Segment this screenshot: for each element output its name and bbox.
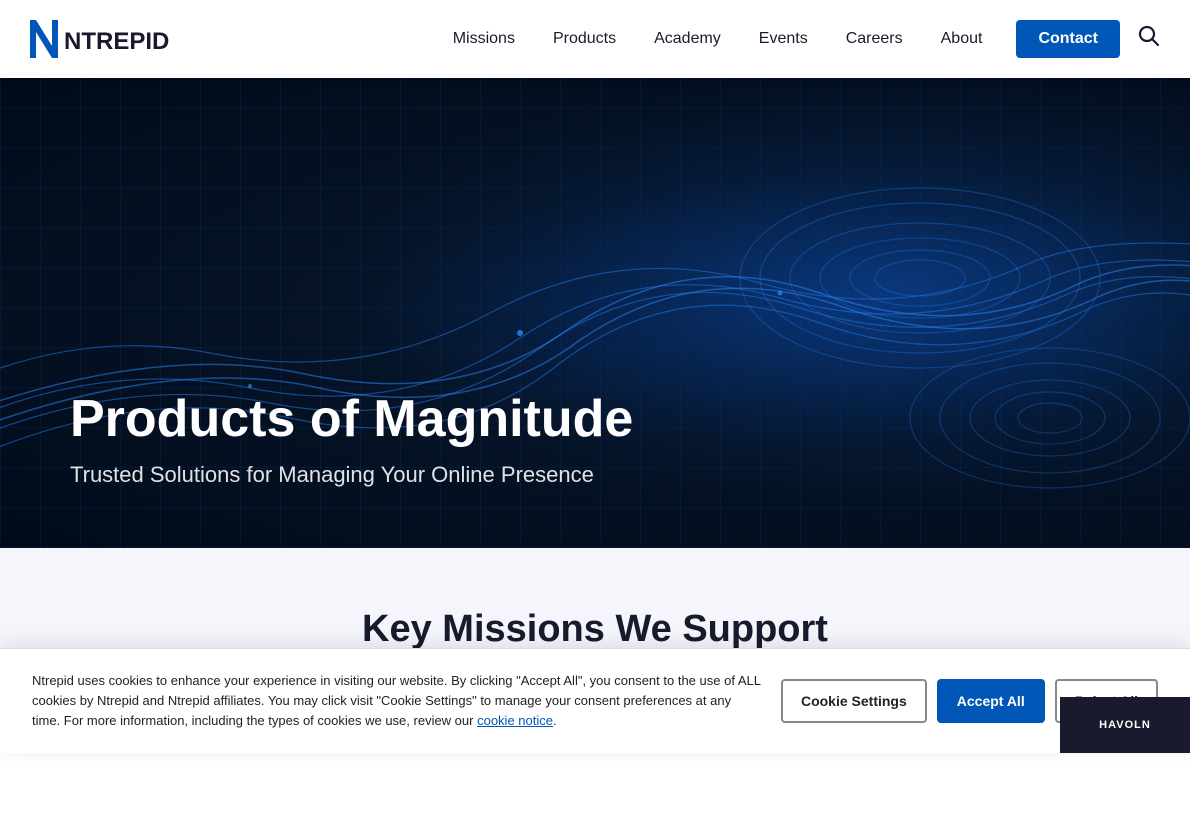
watermark-badge: Havoln bbox=[1060, 697, 1190, 753]
hero-section: Products of Magnitude Trusted Solutions … bbox=[0, 78, 1190, 548]
nav-missions[interactable]: Missions bbox=[439, 22, 529, 56]
nav-products[interactable]: Products bbox=[539, 22, 630, 56]
cookie-settings-button[interactable]: Cookie Settings bbox=[781, 679, 927, 723]
accept-all-button[interactable]: Accept All bbox=[937, 679, 1045, 723]
hero-subtitle: Trusted Solutions for Managing Your Onli… bbox=[70, 462, 633, 488]
svg-text:NTREPID: NTREPID bbox=[64, 28, 169, 55]
nav-careers[interactable]: Careers bbox=[832, 22, 917, 56]
nav-events[interactable]: Events bbox=[745, 22, 822, 56]
logo[interactable]: NTREPID bbox=[30, 16, 210, 62]
contact-button[interactable]: Contact bbox=[1016, 20, 1120, 58]
site-header: NTREPID Missions Products Academy Events… bbox=[0, 0, 1190, 78]
search-icon[interactable] bbox=[1138, 25, 1160, 53]
nav-academy[interactable]: Academy bbox=[640, 22, 735, 56]
nav-about[interactable]: About bbox=[927, 22, 997, 56]
key-missions-title: Key Missions We Support bbox=[70, 608, 1120, 651]
main-nav: Missions Products Academy Events Careers… bbox=[439, 20, 1160, 58]
cookie-banner: Ntrepid uses cookies to enhance your exp… bbox=[0, 648, 1190, 753]
hero-title: Products of Magnitude bbox=[70, 391, 633, 448]
cookie-text: Ntrepid uses cookies to enhance your exp… bbox=[32, 671, 761, 731]
watermark-label: Havoln bbox=[1099, 719, 1151, 731]
cookie-notice-link[interactable]: cookie notice bbox=[477, 713, 553, 728]
hero-content: Products of Magnitude Trusted Solutions … bbox=[70, 391, 633, 488]
